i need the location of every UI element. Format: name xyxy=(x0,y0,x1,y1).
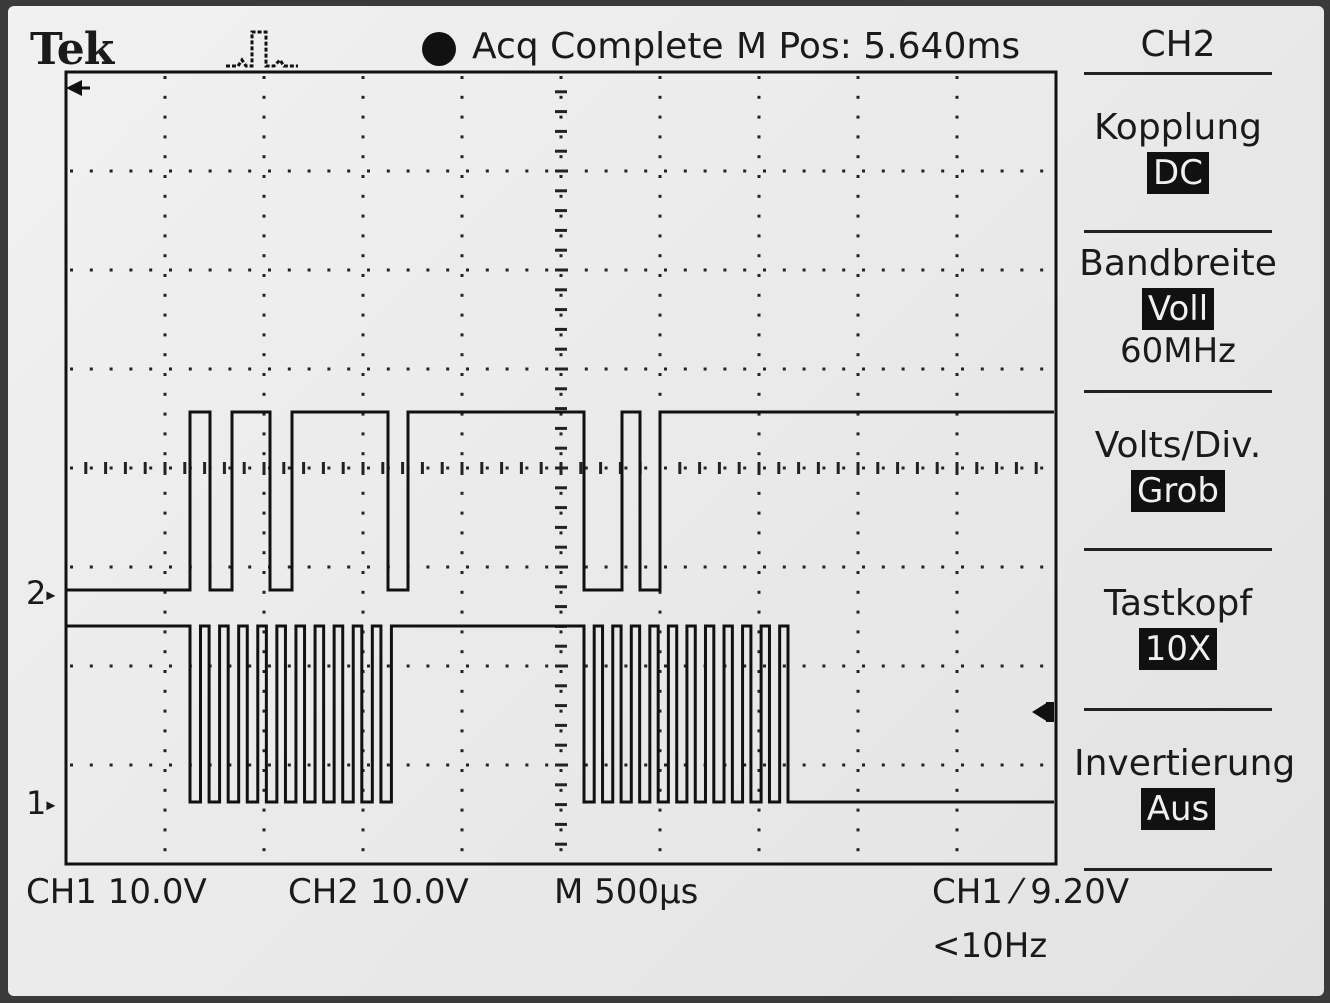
menu-item-label: Invertierung xyxy=(1074,743,1296,784)
menu-title: CH2 xyxy=(1140,24,1216,65)
menu-item-value: Voll xyxy=(1141,288,1215,330)
menu-item-volts-div[interactable]: Volts/Div. Grob xyxy=(1074,424,1282,512)
ch2-ground-marker: 2▸ xyxy=(26,574,56,612)
menu-item-label: Tastkopf xyxy=(1103,583,1253,624)
menu-item-value: 10X xyxy=(1138,628,1218,670)
menu-item-subvalue: 60MHz xyxy=(1119,331,1236,371)
timebase-readout: M 500µs xyxy=(554,872,699,912)
trigger-level-marker xyxy=(1032,702,1048,722)
menu-divider xyxy=(1084,548,1272,551)
ch1-ground-marker: 1▸ xyxy=(26,784,56,822)
menu-divider xyxy=(1084,230,1272,233)
menu-item-coupling[interactable]: Kopplung DC xyxy=(1074,106,1282,194)
trigger-readout: CH1 ⁄ 9.20V xyxy=(932,872,1130,912)
menu-divider xyxy=(1084,708,1272,711)
menu-item-label: Kopplung xyxy=(1093,107,1263,148)
menu-divider xyxy=(1084,72,1272,75)
ch1-scale-readout: CH1 10.0V xyxy=(26,872,207,912)
ch2-scale-readout: CH2 10.0V xyxy=(288,872,469,912)
menu-item-value: DC xyxy=(1147,152,1209,194)
trigger-frequency-readout: <10Hz xyxy=(932,926,1048,966)
menu-item-label: Bandbreite xyxy=(1079,243,1277,284)
grid-layer xyxy=(64,70,1058,866)
menu-item-value: Aus xyxy=(1140,788,1216,830)
menu-item-value: Grob xyxy=(1131,470,1225,512)
menu-item-invert[interactable]: Invertierung Aus xyxy=(1074,742,1296,830)
menu-item-label: Volts/Div. xyxy=(1094,425,1262,466)
oscilloscope-screen: Tek Acq Complete M Pos: 5.640ms 2▸ 1▸ CH… xyxy=(8,6,1324,996)
menu-divider xyxy=(1084,390,1272,393)
menu-item-probe[interactable]: Tastkopf 10X xyxy=(1074,582,1282,670)
menu-divider xyxy=(1084,868,1272,871)
menu-item-bandwidth[interactable]: Bandbreite Voll 60MHz xyxy=(1074,242,1282,372)
ch2-trace xyxy=(66,410,1054,592)
